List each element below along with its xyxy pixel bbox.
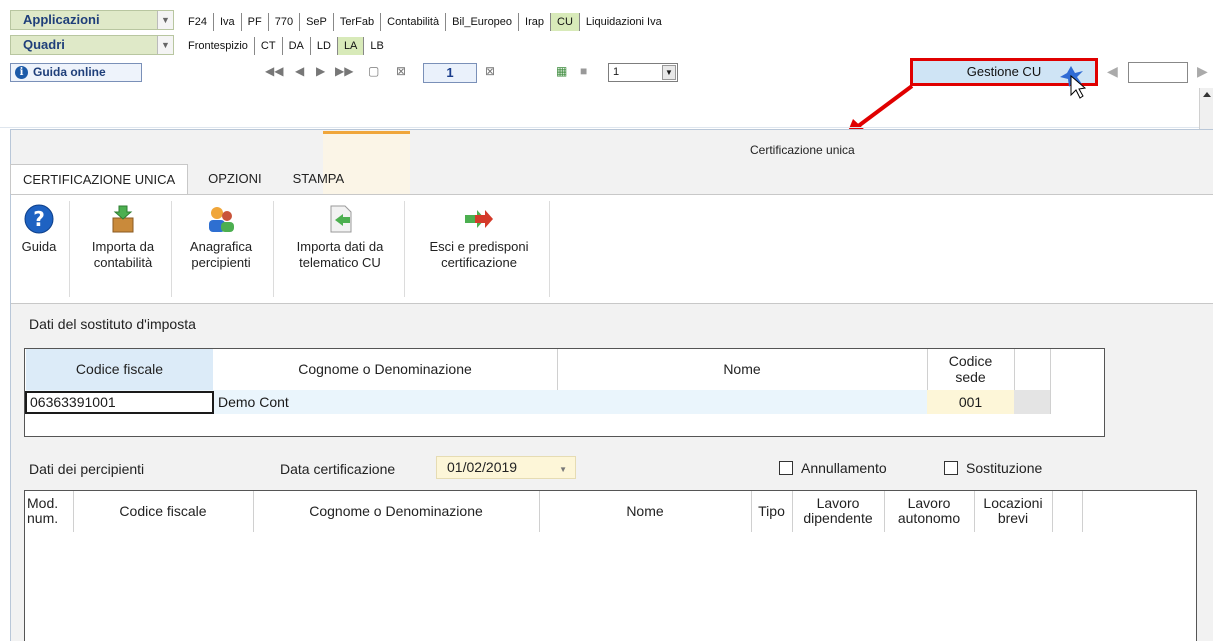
divider (884, 491, 885, 532)
header-locazioni-brevi: Locazioni brevi (974, 496, 1052, 526)
divider (539, 491, 540, 532)
importa-contabilita-label-1: Importa da (91, 239, 155, 254)
divider (171, 201, 172, 297)
sostituzione-label: Sostituzione (966, 460, 1043, 476)
divider (404, 201, 405, 297)
chevron-down-icon[interactable]: ▼ (559, 459, 567, 480)
importa-telematico-button[interactable]: Importa dati da telematico CU (275, 203, 405, 271)
importa-contabilita-button[interactable]: Importa da contabilità (75, 203, 171, 271)
import-document-icon (324, 203, 356, 235)
annullamento-checkbox[interactable] (779, 461, 793, 475)
tab-stampa[interactable]: STAMPA (277, 164, 359, 194)
header-perc-cognome: Cognome o Denominazione (309, 503, 483, 519)
esci-predisponi-button[interactable]: Esci e predisponi certificazione (408, 203, 550, 271)
header-dip-line-2: dipendente (803, 510, 873, 526)
divider (751, 491, 752, 532)
anagrafica-percipienti-button[interactable]: Anagrafica percipienti (173, 203, 269, 271)
header-aut-line-2: autonomo (897, 510, 961, 526)
divider (1052, 491, 1053, 532)
header-loc-line-2: brevi (997, 510, 1029, 526)
window-title: Certificazione unica (750, 143, 855, 157)
divider (0, 127, 1199, 128)
header-codice-sede-line-2: sede (955, 369, 986, 385)
help-icon: ? (23, 203, 55, 235)
header-lavoro-autonomo: Lavoro autonomo (884, 496, 974, 526)
divider (1050, 349, 1051, 414)
stampa-tab-highlight (323, 131, 410, 134)
divider (792, 491, 793, 532)
importa-contabilita-label-2: contabilità (93, 255, 153, 270)
header-loc-line-1: Locazioni (983, 495, 1043, 511)
codice-fiscale-field[interactable]: 06363391001 (25, 391, 214, 414)
header-mod-num: Mod. num. (27, 496, 67, 526)
header-codice-sede-line-1: Codice (948, 353, 993, 369)
codice-sede-field[interactable]: 001 (927, 390, 1014, 414)
scrollbar[interactable] (1199, 88, 1213, 133)
divider (69, 201, 70, 297)
scroll-up-icon[interactable] (1202, 92, 1211, 97)
anagrafica-label-1: Anagrafica (189, 239, 253, 254)
data-certificazione-label: Data certificazione (280, 461, 396, 477)
guida-button[interactable]: ? Guida (15, 203, 63, 255)
divider (253, 491, 254, 532)
importa-telematico-label-1: Importa dati da (296, 239, 384, 254)
header-cognome: Cognome o Denominazione (298, 361, 472, 377)
header-perc-codice-fiscale: Codice fiscale (119, 503, 207, 519)
exit-arrow-icon (463, 203, 495, 235)
divider (549, 201, 550, 297)
tab-certificazione-unica[interactable]: CERTIFICAZIONE UNICA (10, 164, 189, 194)
data-certificazione-value: 01/02/2019 (447, 459, 518, 475)
data-certificazione-field[interactable]: 01/02/2019 ▼ (436, 456, 576, 479)
sostituzione-checkbox[interactable] (944, 461, 958, 475)
cognome-field[interactable]: Demo Cont (218, 391, 554, 414)
header-nome: Nome (723, 361, 761, 377)
percipienti-section-title: Dati dei percipienti (29, 461, 145, 477)
header-mod-line-2: num. (27, 510, 59, 526)
import-box-icon (107, 203, 139, 235)
esci-label-2: certificazione (441, 255, 517, 270)
header-perc-nome: Nome (626, 503, 664, 519)
svg-text:?: ? (33, 207, 45, 231)
sostituto-section-title: Dati del sostituto d'imposta (29, 316, 196, 332)
divider (974, 491, 975, 532)
tab-opzioni[interactable]: OPZIONI (188, 164, 276, 194)
anagrafica-label-2: percipienti (191, 255, 251, 270)
divider (1082, 491, 1083, 532)
header-aut-line-1: Lavoro (907, 495, 951, 511)
ribbon: ? Guida Importa da contabilità Anagrafic… (11, 194, 1213, 304)
esci-label-1: Esci e predisponi (429, 239, 529, 254)
header-codice-fiscale: Codice fiscale (75, 361, 164, 377)
annullamento-label: Annullamento (801, 460, 887, 476)
importa-telematico-label-2: telematico CU (299, 255, 381, 270)
header-dip-line-1: Lavoro (816, 495, 860, 511)
row-action-cell[interactable] (1014, 390, 1050, 414)
users-icon (205, 203, 237, 235)
header-codice-sede: Codice sede (927, 353, 1014, 385)
ribbon-tabs: CERTIFICAZIONE UNICA OPZIONI STAMPA (10, 164, 358, 194)
divider (273, 201, 274, 297)
header-mod-line-1: Mod. (27, 495, 59, 511)
guida-label: Guida (21, 239, 57, 254)
divider (73, 491, 74, 532)
header-lavoro-dipendente: Lavoro dipendente (792, 496, 884, 526)
header-tipo: Tipo (758, 503, 785, 519)
